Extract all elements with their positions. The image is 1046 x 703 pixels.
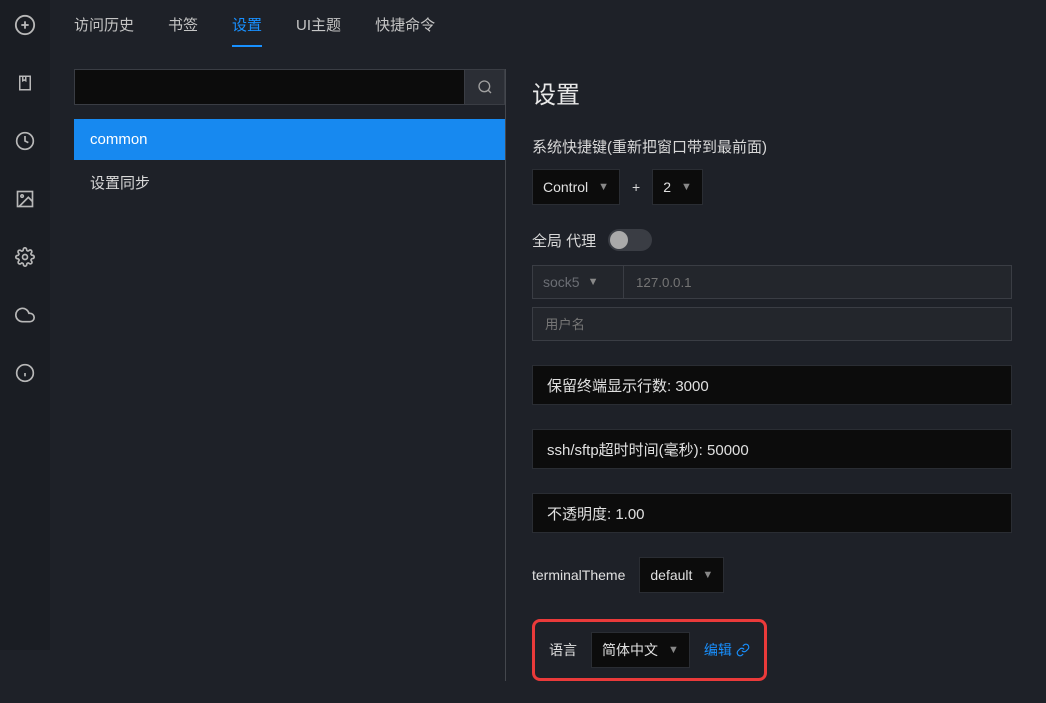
chevron-down-icon: ▼: [702, 569, 713, 581]
cloud-sync-icon[interactable]: [14, 304, 36, 326]
proxy-protocol-value: sock5: [543, 274, 580, 290]
proxy-label: 全局 代理: [532, 230, 596, 251]
bookmark-icon[interactable]: [14, 72, 36, 94]
chevron-down-icon: ▼: [598, 181, 609, 193]
hotkey-modifier-value: Control: [543, 179, 588, 195]
image-icon[interactable]: [14, 188, 36, 210]
sidebar-list: common 设置同步: [74, 119, 505, 205]
proxy-toggle[interactable]: [608, 229, 652, 251]
tab-bookmarks[interactable]: 书签: [168, 14, 198, 47]
chevron-down-icon: ▼: [668, 644, 679, 656]
theme-label: terminalTheme: [532, 567, 625, 583]
language-select[interactable]: 简体中文 ▼: [591, 632, 690, 668]
proxy-host-row: sock5 ▼: [532, 265, 1012, 299]
tab-history[interactable]: 访问历史: [74, 14, 134, 47]
hotkey-modifier-select[interactable]: Control ▼: [532, 169, 620, 205]
chevron-down-icon: ▼: [588, 276, 599, 288]
theme-value: default: [650, 567, 692, 583]
page-title: 设置: [532, 75, 1012, 110]
info-icon[interactable]: [14, 362, 36, 384]
timeout-input[interactable]: ssh/sftp超时时间(毫秒): 50000: [532, 429, 1012, 469]
toggle-knob: [610, 231, 628, 249]
theme-row: terminalTheme default ▼: [532, 557, 1012, 593]
theme-select[interactable]: default ▼: [639, 557, 724, 593]
settings-sidebar: common 设置同步: [74, 69, 506, 681]
search-row: [74, 69, 505, 105]
chevron-down-icon: ▼: [681, 181, 692, 193]
content-area: common 设置同步 设置 系统快捷键(重新把窗口带到最前面) Control…: [50, 47, 1046, 703]
form-panel: 设置 系统快捷键(重新把窗口带到最前面) Control ▼ + 2 ▼ 全局 …: [532, 69, 1022, 681]
hotkey-key-select[interactable]: 2 ▼: [652, 169, 703, 205]
search-button[interactable]: [465, 69, 505, 105]
language-value: 简体中文: [602, 640, 658, 660]
tab-bar: 访问历史 书签 设置 UI主题 快捷命令: [50, 0, 1046, 47]
clock-icon[interactable]: [14, 130, 36, 152]
sidebar-item-common[interactable]: common: [74, 119, 505, 160]
language-edit-link[interactable]: 编辑: [704, 640, 750, 660]
link-icon: [736, 643, 750, 657]
hotkey-key-value: 2: [663, 179, 671, 195]
language-label: 语言: [549, 640, 577, 660]
main-area: 访问历史 书签 设置 UI主题 快捷命令 common 设置同步 设置 系统快捷…: [50, 0, 1046, 650]
search-input[interactable]: [74, 69, 465, 105]
buffer-lines-input[interactable]: 保留终端显示行数: 3000: [532, 365, 1012, 405]
sidebar-item-sync[interactable]: 设置同步: [74, 160, 505, 205]
tab-themes[interactable]: UI主题: [296, 14, 341, 47]
proxy-protocol-select: sock5 ▼: [532, 265, 624, 299]
language-row: 语言 简体中文 ▼ 编辑: [532, 619, 767, 681]
tab-settings[interactable]: 设置: [232, 14, 262, 47]
left-rail: [0, 0, 50, 650]
hotkey-plus: +: [632, 179, 640, 195]
tab-quick[interactable]: 快捷命令: [375, 14, 435, 47]
opacity-input[interactable]: 不透明度: 1.00: [532, 493, 1012, 533]
proxy-toggle-row: 全局 代理: [532, 229, 1012, 251]
gear-icon[interactable]: [14, 246, 36, 268]
search-icon: [477, 79, 493, 95]
edit-link-label: 编辑: [704, 640, 732, 660]
proxy-host-input: [624, 265, 1012, 299]
add-circle-icon[interactable]: [14, 14, 36, 36]
proxy-user-input: [532, 307, 1012, 341]
hotkey-row: Control ▼ + 2 ▼: [532, 169, 1012, 205]
hotkey-label: 系统快捷键(重新把窗口带到最前面): [532, 136, 1012, 157]
